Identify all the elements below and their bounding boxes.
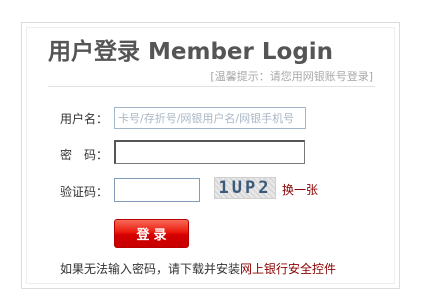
page-title: 用户登录 Member Login: [48, 39, 334, 65]
password-input[interactable]: [114, 140, 305, 164]
password-label: 密 码：: [60, 148, 109, 162]
captcha-image[interactable]: 1UP2: [214, 177, 276, 199]
security-plugin-link[interactable]: 网上银行安全控件: [240, 262, 336, 276]
username-label: 用户名：: [60, 112, 109, 126]
security-notice: 如果无法输入密码，请下载并安装网上银行安全控件: [60, 260, 336, 277]
refresh-captcha-link[interactable]: 换一张: [282, 181, 318, 198]
divider: [48, 86, 375, 87]
login-button[interactable]: 登录: [114, 219, 189, 248]
security-notice-text: 如果无法输入密码，请下载并安装: [60, 262, 241, 276]
username-input[interactable]: [114, 107, 306, 129]
captcha-input[interactable]: [114, 178, 200, 202]
login-hint: [温馨提示：请您用网银账号登录]: [210, 70, 373, 83]
captcha-label: 验证码：: [60, 185, 109, 199]
